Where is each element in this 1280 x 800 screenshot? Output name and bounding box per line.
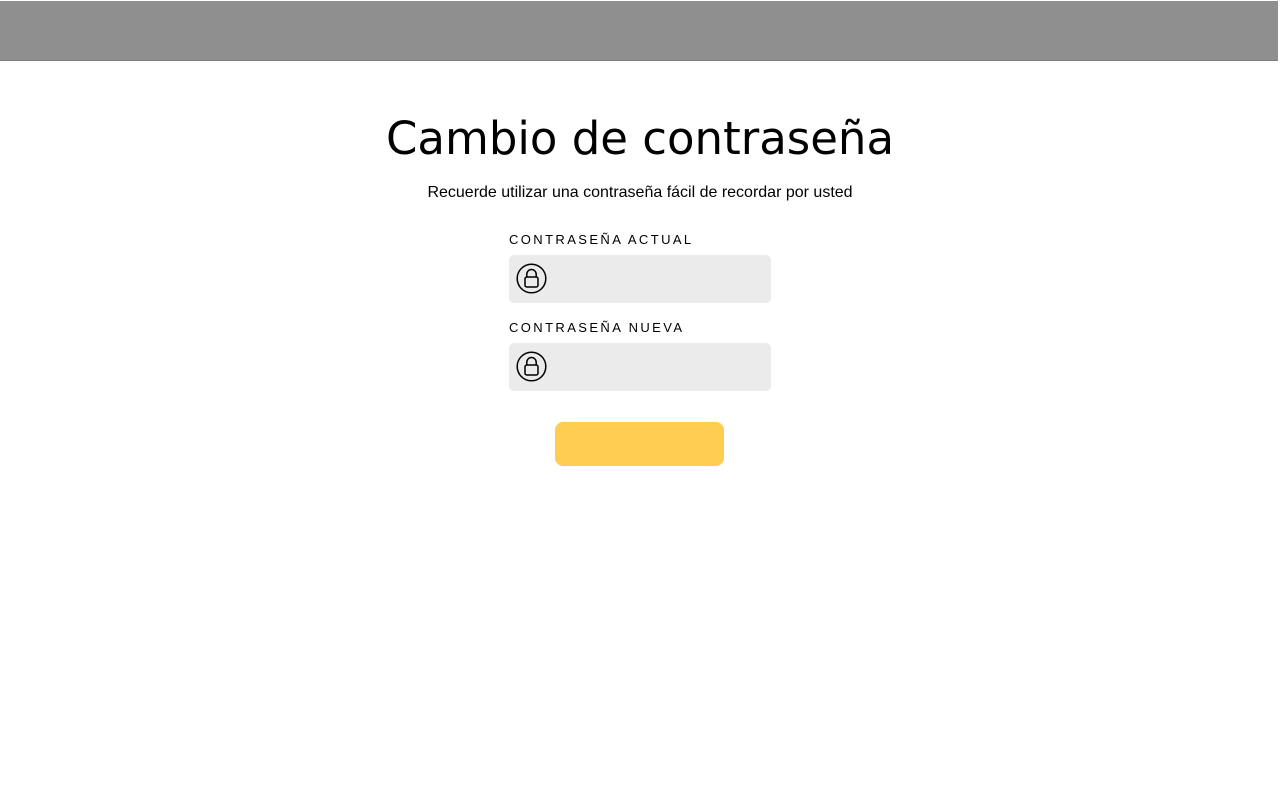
main-content: Cambio de contraseña Recuerde utilizar u… xyxy=(0,61,1280,800)
new-password-field[interactable] xyxy=(509,343,771,391)
page-subtitle: Recuerde utilizar una contraseña fácil d… xyxy=(427,184,853,201)
current-password-label: CONTRASEÑA ACTUAL xyxy=(509,232,694,247)
lock-icon xyxy=(516,263,547,294)
submit-button[interactable] xyxy=(555,422,724,466)
current-password-field[interactable] xyxy=(509,255,771,303)
current-password-input[interactable] xyxy=(555,255,765,303)
lock-icon xyxy=(516,351,547,382)
top-bar xyxy=(0,1,1278,61)
page-title: Cambio de contraseña xyxy=(385,112,895,165)
new-password-label: CONTRASEÑA NUEVA xyxy=(509,320,685,335)
new-password-input[interactable] xyxy=(555,343,765,391)
